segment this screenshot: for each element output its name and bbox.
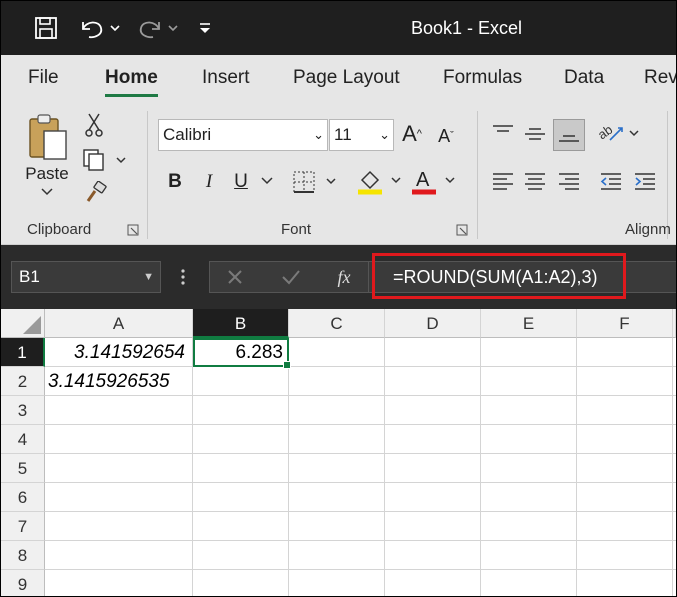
gridline [45, 453, 676, 454]
copy-icon[interactable] [79, 147, 129, 173]
tab-file[interactable]: File [28, 55, 59, 101]
paste-icon[interactable] [25, 111, 71, 165]
active-cell-border [193, 338, 291, 369]
column-header-g[interactable] [673, 309, 676, 338]
tab-home[interactable]: Home [105, 55, 158, 101]
font-name-select[interactable]: Calibri ⌄ [158, 119, 328, 151]
format-painter-icon[interactable] [81, 179, 109, 207]
gridline [45, 424, 676, 425]
row-header-9[interactable]: 9 [1, 570, 45, 596]
bottom-align-icon[interactable] [553, 119, 585, 151]
more-options-icon[interactable] [175, 263, 191, 291]
ribbon-tabs: File Home Insert Page Layout Formulas Da… [1, 55, 676, 101]
gridline [288, 338, 289, 596]
gridline [45, 511, 676, 512]
column-header-c[interactable]: C [289, 309, 385, 338]
excel-window: Book1 - Excel File Home Insert Page Layo… [0, 0, 677, 597]
bold-button[interactable]: B [163, 167, 187, 197]
svg-text:ab: ab [596, 122, 615, 143]
group-separator [477, 111, 478, 239]
tab-insert[interactable]: Insert [202, 55, 250, 101]
gridline [45, 569, 676, 570]
font-size-value: 11 [334, 125, 352, 144]
gridline [384, 338, 385, 596]
tab-formulas[interactable]: Formulas [443, 55, 522, 101]
gridline [480, 338, 481, 596]
cell-a2[interactable]: 3.1415926535 [48, 367, 198, 396]
column-header-e[interactable]: E [481, 309, 577, 338]
increase-font-size-icon[interactable]: A ^ [399, 119, 425, 149]
tab-page-layout[interactable]: Page Layout [293, 55, 400, 101]
italic-button[interactable]: I [197, 167, 221, 197]
insert-function-icon[interactable]: fx [329, 263, 359, 291]
decrease-indent-icon[interactable] [597, 167, 625, 195]
clipboard-group-label: Clipboard [27, 221, 92, 238]
tab-review[interactable]: Rev [644, 55, 676, 101]
cut-icon[interactable] [81, 111, 107, 139]
chevron-down-icon: ⌄ [313, 127, 324, 142]
chevron-down-icon: ⌄ [379, 127, 390, 142]
row-header-5[interactable]: 5 [1, 454, 45, 483]
font-group-label: Font [281, 221, 312, 238]
column-header-b[interactable]: B [193, 309, 289, 338]
fill-color-icon[interactable] [353, 165, 405, 199]
row-header-4[interactable]: 4 [1, 425, 45, 454]
group-separator [667, 111, 668, 239]
window-title: Book1 - Excel [411, 18, 523, 38]
gridline [576, 338, 577, 596]
gridline [45, 482, 676, 483]
alignment-group-label: Alignm [625, 221, 671, 238]
align-left-icon[interactable] [489, 167, 517, 195]
middle-align-icon[interactable] [521, 119, 549, 147]
row-header-3[interactable]: 3 [1, 396, 45, 425]
tab-data[interactable]: Data [564, 55, 604, 101]
borders-icon[interactable] [289, 167, 341, 197]
worksheet-grid: A B C D E F 1 2 3 4 5 6 7 8 9 3.14159265… [1, 309, 676, 596]
select-all-corner[interactable] [1, 309, 45, 338]
row-header-1[interactable]: 1 [1, 338, 45, 367]
row-header-6[interactable]: 6 [1, 483, 45, 512]
chevron-down-icon: ▼ [143, 271, 154, 283]
align-right-icon[interactable] [555, 167, 583, 195]
column-header-d[interactable]: D [385, 309, 481, 338]
row-header-7[interactable]: 7 [1, 512, 45, 541]
underline-button[interactable]: U [229, 167, 253, 197]
increase-indent-icon[interactable] [631, 167, 659, 195]
font-color-icon[interactable]: A [409, 165, 459, 199]
row-header-2[interactable]: 2 [1, 367, 45, 396]
column-header-f[interactable]: F [577, 309, 673, 338]
font-launcher-icon[interactable] [454, 222, 470, 238]
cancel-icon[interactable] [221, 263, 249, 291]
title-bar: Book1 - Excel [1, 1, 676, 55]
name-box-value: B1 [19, 267, 40, 286]
clipboard-launcher-icon[interactable] [125, 222, 141, 238]
font-name-value: Calibri [163, 125, 212, 144]
font-size-select[interactable]: 11 ⌄ [329, 119, 394, 151]
paste-dropdown-icon[interactable] [37, 185, 57, 199]
top-align-icon[interactable] [489, 119, 517, 147]
cell-a1[interactable]: 3.141592654 [45, 338, 185, 367]
decrease-font-size-icon[interactable]: Aˇ [433, 121, 459, 151]
gridline [672, 338, 673, 596]
orientation-icon[interactable]: ab [595, 117, 643, 149]
align-center-icon[interactable] [521, 167, 549, 195]
paste-label[interactable]: Paste [23, 163, 71, 185]
svg-text:A: A [416, 169, 430, 191]
group-separator [147, 111, 148, 239]
formula-highlight-box [372, 253, 626, 299]
enter-icon[interactable] [277, 263, 305, 291]
row-header-8[interactable]: 8 [1, 541, 45, 570]
gridline [45, 540, 676, 541]
underline-dropdown-icon[interactable] [259, 173, 275, 189]
ribbon: Paste Clipboard Calibri ⌄ 11 ⌄ A^ Aˇ B [1, 101, 676, 245]
column-header-a[interactable]: A [45, 309, 193, 338]
name-box[interactable]: B1 ▼ [11, 261, 161, 293]
